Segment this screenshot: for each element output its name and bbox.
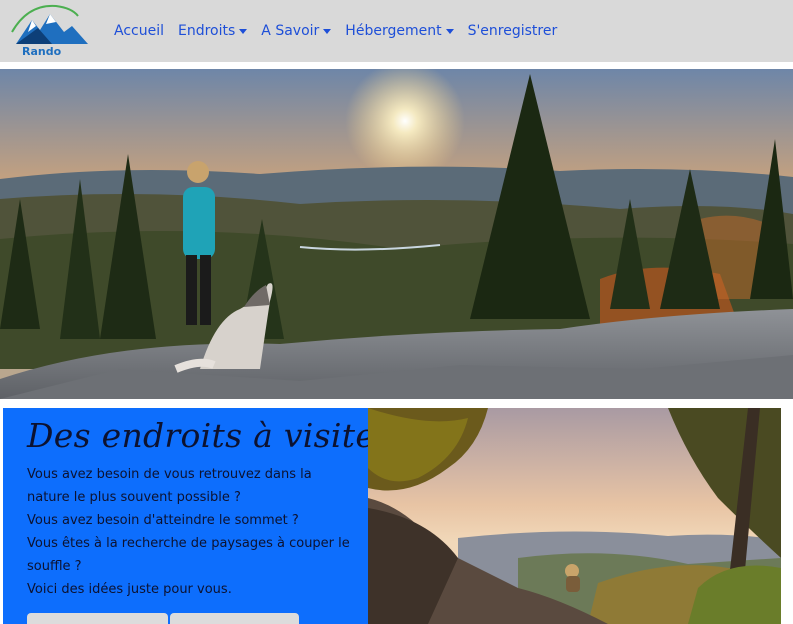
card-button-2[interactable] xyxy=(170,613,299,624)
rando-logo[interactable]: Rando xyxy=(8,2,90,60)
card-title: Des endroits à visiter xyxy=(27,416,368,455)
nav-item-label: Endroits xyxy=(178,23,236,39)
nav-item-endroits[interactable]: Endroits xyxy=(178,23,248,39)
mountain-logo-icon: Rando xyxy=(11,4,88,58)
card-text: Vous avez besoin de vous retrouvez dans … xyxy=(27,463,357,601)
navbar: Rando Accueil Endroits A Savoir Hébergem… xyxy=(0,0,793,62)
nav-item-a-savoir[interactable]: A Savoir xyxy=(261,23,332,39)
caret-down-icon xyxy=(323,29,332,34)
card-line: Vous avez besoin de vous retrouvez dans … xyxy=(27,467,312,505)
nav-item-label: S'enregistrer xyxy=(467,23,558,39)
nav-item-senregistrer[interactable]: S'enregistrer xyxy=(468,23,558,39)
nav-item-label: A Savoir xyxy=(261,23,320,39)
places-card: Des endroits à visiter Vous avez besoin … xyxy=(3,408,368,624)
caret-down-icon xyxy=(445,29,454,34)
nav-item-label: Accueil xyxy=(114,23,164,39)
nav-item-accueil[interactable]: Accueil xyxy=(114,23,164,39)
card-line: Vous êtes à la recherche de paysages à c… xyxy=(27,536,350,574)
svg-text:Rando: Rando xyxy=(22,45,62,58)
caret-down-icon xyxy=(239,29,248,34)
cliff-photo xyxy=(368,408,781,624)
card-line: Voici des idées juste pour vous. xyxy=(27,582,232,597)
main-nav: Accueil Endroits A Savoir Hébergement S'… xyxy=(114,0,571,62)
nav-item-hebergement[interactable]: Hébergement xyxy=(345,23,454,39)
card-button-1[interactable] xyxy=(27,613,168,624)
nav-item-label: Hébergement xyxy=(345,23,442,39)
card-line: Vous avez besoin d'atteindre le sommet ? xyxy=(27,513,299,528)
hero-image xyxy=(0,69,793,399)
